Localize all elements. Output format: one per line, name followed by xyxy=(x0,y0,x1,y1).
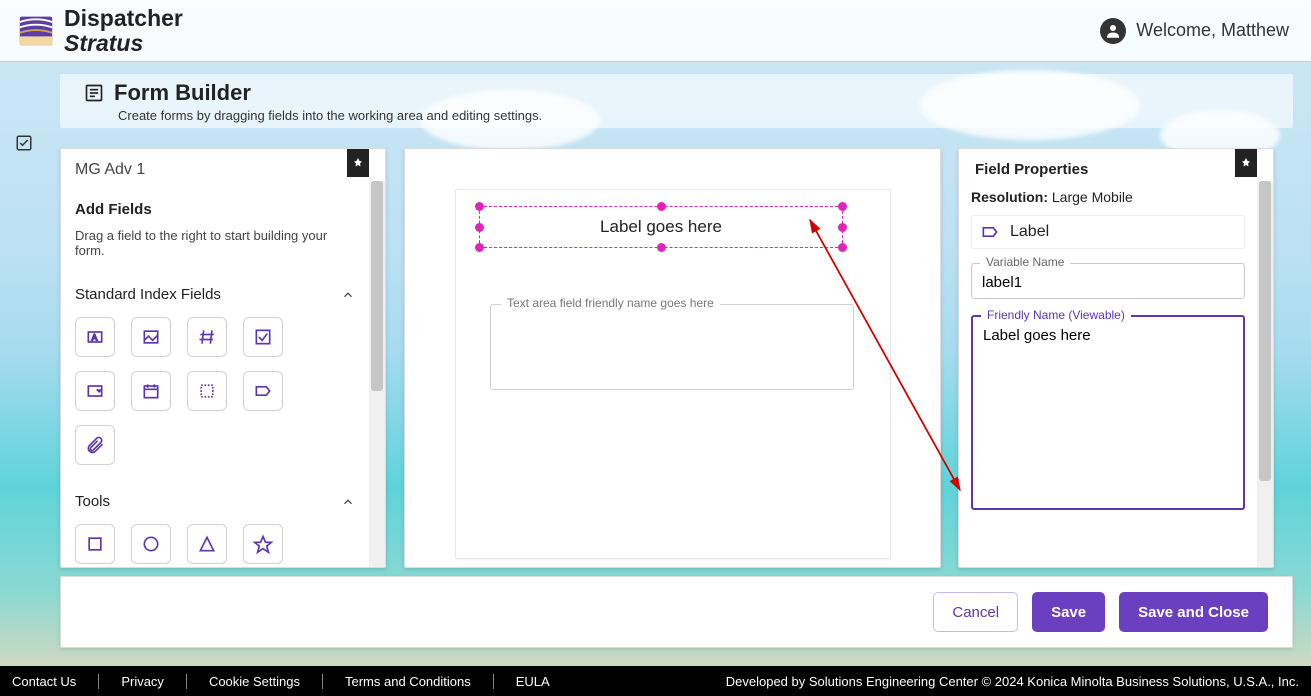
friendly-name-legend: Friendly Name (Viewable) xyxy=(981,308,1131,322)
label-field-selected[interactable]: Label goes here xyxy=(479,206,843,248)
brand-block: Dispatcher Stratus xyxy=(18,6,183,54)
field-attachment[interactable] xyxy=(75,425,115,465)
field-text[interactable]: A xyxy=(75,317,115,357)
resolution-line: Resolution: Large Mobile xyxy=(971,189,1245,205)
welcome-text: Welcome, Matthew xyxy=(1136,20,1289,41)
tool-rectangle[interactable] xyxy=(75,524,115,564)
pin-icon xyxy=(352,157,364,169)
label-icon xyxy=(980,222,1000,242)
footer-copyright: Developed by Solutions Engineering Cente… xyxy=(726,674,1299,689)
form-name: MG Adv 1 xyxy=(75,161,145,179)
footer-link-cookie[interactable]: Cookie Settings xyxy=(209,674,323,689)
footer-link-terms[interactable]: Terms and Conditions xyxy=(345,674,494,689)
textarea-field[interactable]: Text area field friendly name goes here xyxy=(490,304,854,390)
tools-header[interactable]: Tools xyxy=(75,493,355,510)
resolution-label: Resolution: xyxy=(971,189,1048,205)
field-properties-title: Field Properties xyxy=(959,149,1273,182)
left-rail-toggle[interactable] xyxy=(10,128,38,158)
field-dropdown[interactable] xyxy=(75,371,115,411)
tools-label: Tools xyxy=(75,493,110,510)
tool-star[interactable] xyxy=(243,524,283,564)
save-button[interactable]: Save xyxy=(1032,592,1105,632)
footer-link-contact[interactable]: Contact Us xyxy=(12,674,99,689)
svg-text:A: A xyxy=(92,332,98,342)
field-checkbox[interactable] xyxy=(243,317,283,357)
tool-triangle[interactable] xyxy=(187,524,227,564)
cancel-button[interactable]: Cancel xyxy=(933,592,1018,632)
left-panel: MG Adv 1 Add Fields Drag a field to the … xyxy=(60,148,386,568)
page-title: Form Builder xyxy=(114,80,251,106)
field-label[interactable] xyxy=(243,371,283,411)
save-and-close-button[interactable]: Save and Close xyxy=(1119,592,1268,632)
tool-circle[interactable] xyxy=(131,524,171,564)
footer-link-eula[interactable]: EULA xyxy=(516,674,550,689)
resolution-value: Large Mobile xyxy=(1052,189,1133,205)
page-title-bar: Form Builder Create forms by dragging fi… xyxy=(60,74,1293,128)
add-fields-heading: Add Fields xyxy=(75,201,355,218)
variable-name-input[interactable] xyxy=(982,274,1234,291)
footer-links: Contact Us Privacy Cookie Settings Terms… xyxy=(12,674,550,689)
page-subtitle: Create forms by dragging fields into the… xyxy=(118,108,1279,123)
field-type-row: Label xyxy=(971,215,1245,249)
brand-line2: Stratus xyxy=(64,31,183,55)
standard-fields-label: Standard Index Fields xyxy=(75,286,221,303)
chevron-up-icon xyxy=(341,495,355,509)
field-date[interactable] xyxy=(131,371,171,411)
pin-icon xyxy=(1240,157,1252,169)
textarea-legend: Text area field friendly name goes here xyxy=(501,296,720,310)
friendly-name-field[interactable]: Friendly Name (Viewable) xyxy=(971,315,1245,510)
friendly-name-input[interactable] xyxy=(983,327,1233,497)
standard-fields-header[interactable]: Standard Index Fields xyxy=(75,286,355,303)
welcome-block[interactable]: Welcome, Matthew xyxy=(1100,18,1289,44)
field-number[interactable] xyxy=(187,317,227,357)
action-bar: Cancel Save Save and Close xyxy=(60,576,1293,648)
field-selection[interactable] xyxy=(187,371,227,411)
form-icon xyxy=(84,83,104,103)
form-canvas[interactable]: Label goes here Text area field friendly… xyxy=(455,189,891,559)
add-fields-hint: Drag a field to the right to start build… xyxy=(75,228,355,258)
field-properties-panel: Field Properties Resolution: Large Mobil… xyxy=(958,148,1274,568)
field-image[interactable] xyxy=(131,317,171,357)
pin-right-panel[interactable] xyxy=(1235,149,1257,177)
logo-icon xyxy=(18,13,54,49)
avatar-icon xyxy=(1100,18,1126,44)
variable-name-legend: Variable Name xyxy=(980,255,1070,269)
checklist-icon xyxy=(15,134,33,152)
left-scrollbar[interactable] xyxy=(369,181,385,567)
footer: Contact Us Privacy Cookie Settings Terms… xyxy=(0,666,1311,696)
footer-link-privacy[interactable]: Privacy xyxy=(121,674,187,689)
canvas-panel: Label goes here Text area field friendly… xyxy=(404,148,941,568)
pin-left-panel[interactable] xyxy=(347,149,369,177)
field-type-label: Label xyxy=(1010,223,1049,241)
variable-name-field[interactable]: Variable Name xyxy=(971,263,1245,299)
top-header: Dispatcher Stratus Welcome, Matthew xyxy=(0,0,1311,62)
brand-line1: Dispatcher xyxy=(64,6,183,30)
chevron-up-icon xyxy=(341,288,355,302)
label-field-text: Label goes here xyxy=(600,217,722,237)
right-scrollbar[interactable] xyxy=(1257,181,1273,567)
